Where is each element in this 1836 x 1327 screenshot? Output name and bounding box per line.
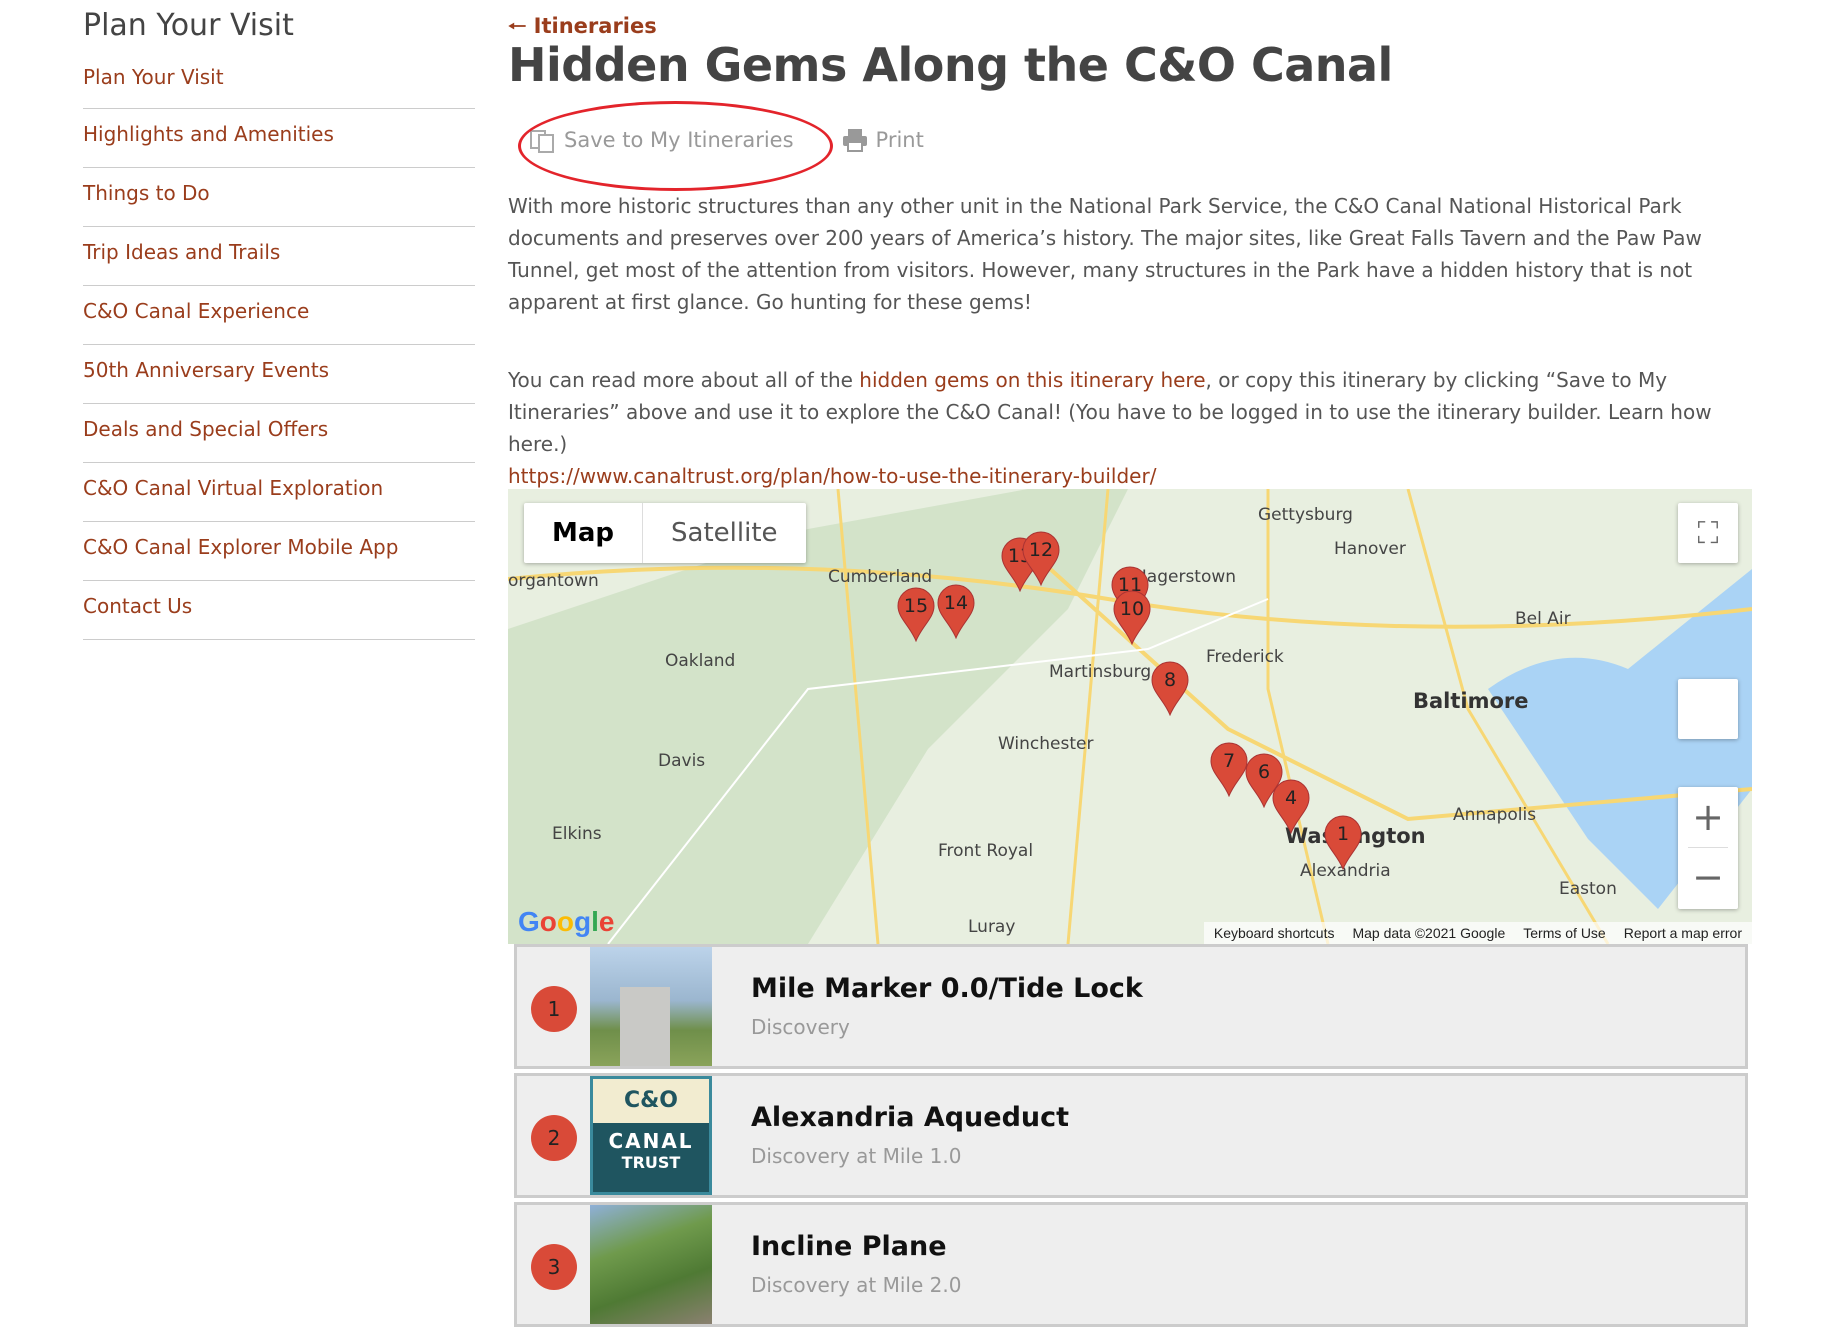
map-attribution: Keyboard shortcuts Map data ©2021 Google… — [1203, 922, 1752, 944]
action-bar: Save to My Itineraries Print — [508, 101, 924, 191]
map-city-label: Davis — [658, 751, 706, 771]
map-type-toggle: Map Satellite — [524, 503, 806, 563]
item-number-badge: 2 — [531, 1115, 577, 1161]
fullscreen-icon: ⛶ — [1697, 515, 1719, 551]
map-marker[interactable]: 7 — [1209, 741, 1249, 798]
back-label: Itineraries — [533, 14, 657, 38]
sidebar-title: Plan Your Visit — [83, 8, 294, 43]
item-title: Alexandria Aqueduct — [751, 1102, 1070, 1133]
itinerary-info-paragraph: You can read more about all of the hidde… — [508, 364, 1753, 492]
sidebar-item-trip-ideas[interactable]: Trip Ideas and Trails — [83, 227, 475, 286]
keyboard-shortcuts-link[interactable]: Keyboard shortcuts — [1214, 925, 1335, 941]
item-thumbnail — [590, 1205, 712, 1324]
map-city-label: Luray — [968, 917, 1016, 937]
map-city-label: Annapolis — [1453, 805, 1537, 825]
map-city-label: organtown — [508, 571, 599, 591]
map-city-label: Gettysburg — [1258, 505, 1353, 525]
sidebar-item-deals[interactable]: Deals and Special Offers — [83, 404, 475, 463]
fullscreen-button[interactable]: ⛶ — [1678, 503, 1738, 563]
map-city-label: Bel Air — [1515, 609, 1571, 629]
sidebar-item-highlights[interactable]: Highlights and Amenities — [83, 109, 475, 168]
print-label: Print — [875, 128, 924, 152]
arrow-left-icon: 🠐 — [508, 14, 527, 38]
map-marker[interactable]: 8 — [1150, 660, 1190, 717]
map-marker[interactable]: 12 — [1021, 530, 1061, 587]
sidebar-item-plan-your-visit[interactable]: Plan Your Visit — [83, 57, 475, 109]
sidebar-item-mobile-app[interactable]: C&O Canal Explorer Mobile App — [83, 522, 475, 581]
map-city-label: Winchester — [998, 734, 1094, 754]
map[interactable]: Cumberland Hagerstown Frederick Martinsburg… — [508, 489, 1752, 944]
google-logo: Google — [518, 906, 615, 937]
map-city-label: Hanover — [1334, 539, 1406, 559]
sidebar-item-contact[interactable]: Contact Us — [83, 581, 475, 640]
map-city-label: Front Royal — [938, 841, 1034, 861]
item-thumbnail — [590, 947, 712, 1066]
map-city-label: Easton — [1559, 879, 1617, 899]
itinerary-item[interactable]: 3 Incline Plane Discovery at Mile 2.0 — [514, 1202, 1748, 1327]
map-marker[interactable]: 4 — [1271, 778, 1311, 835]
map-city-label: Elkins — [552, 824, 602, 844]
item-number-badge: 1 — [531, 986, 577, 1032]
report-map-error-link[interactable]: Report a map error — [1624, 925, 1742, 941]
sidebar: Plan Your Visit Plan Your Visit Highligh… — [83, 8, 475, 640]
map-type-satellite-button[interactable]: Satellite — [643, 503, 806, 563]
map-marker[interactable]: 14 — [936, 583, 976, 640]
map-marker[interactable]: 1 — [1323, 814, 1363, 871]
canal-trust-logo: C&O CANAL TRUST — [590, 1076, 712, 1195]
zoom-in-button[interactable]: + — [1688, 788, 1728, 848]
terms-of-use-link[interactable]: Terms of Use — [1523, 925, 1605, 941]
item-subtitle: Discovery at Mile 1.0 — [751, 1144, 962, 1168]
map-city-label: Baltimore — [1413, 689, 1529, 713]
highlight-circle — [518, 101, 833, 191]
page-title: Hidden Gems Along the C&O Canal — [508, 38, 1393, 92]
print-button[interactable]: Print — [842, 128, 924, 152]
item-title: Mile Marker 0.0/Tide Lock — [751, 973, 1143, 1004]
item-number-badge: 3 — [531, 1244, 577, 1290]
zoom-controls: + − — [1678, 787, 1738, 909]
item-title: Incline Plane — [751, 1231, 947, 1262]
item-subtitle: Discovery — [751, 1015, 850, 1039]
map-city-label: Oakland — [665, 651, 736, 671]
map-marker[interactable]: 10 — [1112, 589, 1152, 646]
street-view-button[interactable] — [1678, 679, 1738, 739]
sidebar-item-virtual[interactable]: C&O Canal Virtual Exploration — [83, 463, 475, 522]
save-to-itineraries-button[interactable]: Save to My Itineraries — [518, 101, 833, 191]
printer-icon — [842, 129, 867, 152]
sidebar-item-anniversary[interactable]: 50th Anniversary Events — [83, 345, 475, 404]
sidebar-item-things-to-do[interactable]: Things to Do — [83, 168, 475, 227]
hidden-gems-link[interactable]: hidden gems on this itinerary here — [859, 368, 1205, 392]
map-city-label: Martinsburg — [1049, 662, 1152, 682]
itinerary-item[interactable]: 2 C&O CANAL TRUST Alexandria Aqueduct Di… — [514, 1073, 1748, 1198]
itinerary-builder-link[interactable]: https://www.canaltrust.org/plan/how-to-u… — [508, 464, 1156, 488]
para-text: You can read more about all of the — [508, 368, 860, 392]
sidebar-item-canal-experience[interactable]: C&O Canal Experience — [83, 286, 475, 345]
map-data-text: Map data ©2021 Google — [1352, 925, 1506, 941]
itinerary-item[interactable]: 1 Mile Marker 0.0/Tide Lock Discovery — [514, 944, 1748, 1069]
intro-paragraph: With more historic structures than any o… — [508, 194, 1702, 314]
map-city-label: Cumberland — [828, 567, 933, 587]
map-city-label: Frederick — [1206, 647, 1284, 667]
map-marker[interactable]: 15 — [896, 586, 936, 643]
zoom-out-button[interactable]: − — [1692, 848, 1724, 908]
item-subtitle: Discovery at Mile 2.0 — [751, 1273, 962, 1297]
map-type-map-button[interactable]: Map — [524, 503, 644, 563]
